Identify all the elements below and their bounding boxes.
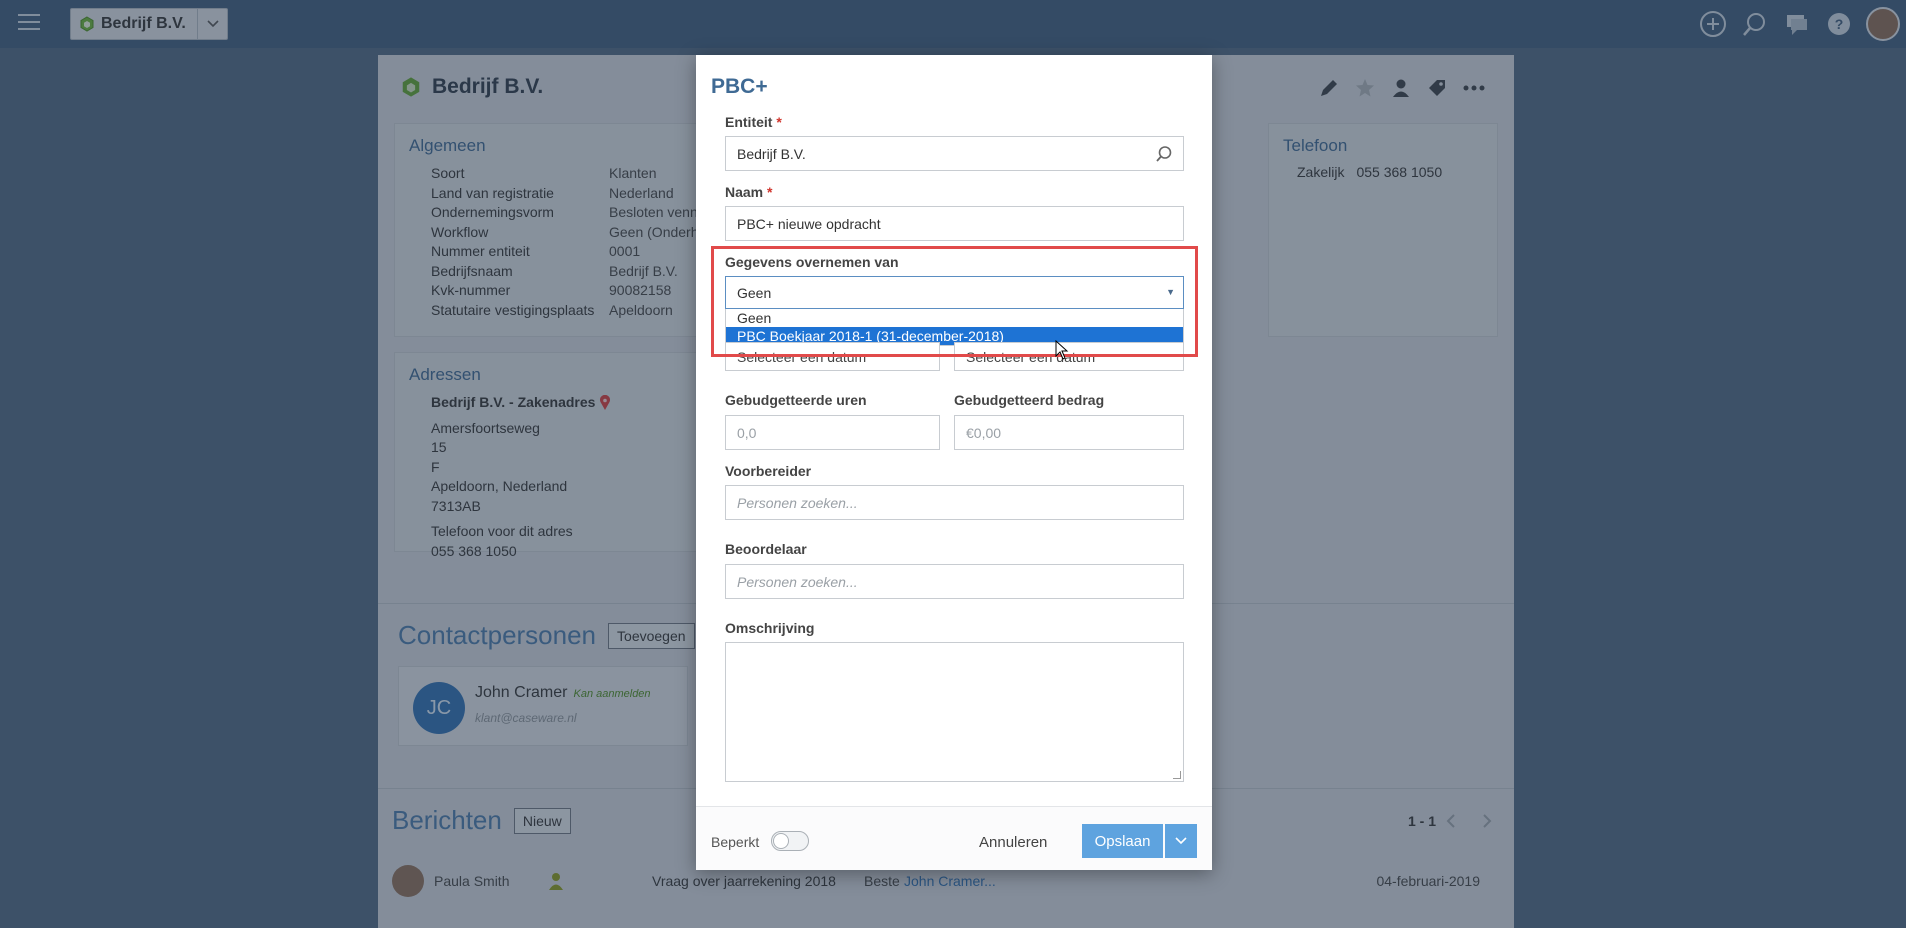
entiteit-value: Bedrijf B.V. — [737, 145, 806, 162]
gegevens-options: Geen PBC Boekjaar 2018-1 (31-december-20… — [725, 309, 1184, 346]
search-icon[interactable] — [1155, 145, 1173, 163]
end-date-field[interactable]: Selecteer een datum — [954, 342, 1184, 371]
save-button[interactable]: Opslaan — [1082, 824, 1163, 858]
beoordelaar-input[interactable]: Personen zoeken... — [725, 564, 1184, 599]
pbc-modal: PBC+ Entiteit * Bedrijf B.V. Naam * PBC+… — [696, 55, 1212, 870]
option-geen[interactable]: Geen — [726, 309, 1183, 327]
gegevens-selected: Geen — [737, 284, 772, 301]
naam-label: Naam * — [725, 184, 773, 200]
entiteit-label-text: Entiteit — [725, 114, 773, 130]
uren-label: Gebudgetteerde uren — [725, 392, 867, 408]
uren-input[interactable]: 0,0 — [725, 415, 940, 450]
bedrag-input[interactable]: €0,00 — [954, 415, 1184, 450]
omschrijving-textarea[interactable] — [725, 642, 1184, 782]
omschrijving-label: Omschrijving — [725, 620, 815, 636]
naam-value: PBC+ nieuwe opdracht — [737, 215, 881, 232]
resize-handle[interactable] — [1173, 771, 1181, 779]
voorbereider-label: Voorbereider — [725, 463, 812, 479]
naam-label-text: Naam — [725, 184, 764, 200]
beperkt-toggle[interactable] — [771, 831, 809, 851]
beoordelaar-label: Beoordelaar — [725, 541, 807, 557]
gegevens-label: Gegevens overnemen van — [725, 254, 899, 270]
start-date-field[interactable]: Selecteer een datum — [725, 342, 940, 371]
entiteit-field[interactable]: Bedrijf B.V. — [725, 136, 1184, 171]
gegevens-select[interactable]: Geen ▼ — [725, 276, 1184, 309]
modal-title: PBC+ — [711, 75, 768, 98]
modal-footer: Beperkt Annuleren Opslaan — [696, 806, 1212, 870]
dropdown-arrow-icon: ▼ — [1166, 287, 1175, 297]
voorbereider-input[interactable]: Personen zoeken... — [725, 485, 1184, 520]
bedrag-label: Gebudgetteerd bedrag — [954, 392, 1105, 408]
entiteit-label: Entiteit * — [725, 114, 782, 130]
beperkt-label: Beperkt — [711, 834, 760, 850]
naam-field[interactable]: PBC+ nieuwe opdracht — [725, 206, 1184, 241]
mouse-cursor-icon — [1055, 340, 1069, 360]
chevron-down-icon — [1175, 837, 1187, 845]
cancel-button[interactable]: Annuleren — [979, 834, 1047, 851]
save-options-button[interactable] — [1165, 824, 1197, 858]
